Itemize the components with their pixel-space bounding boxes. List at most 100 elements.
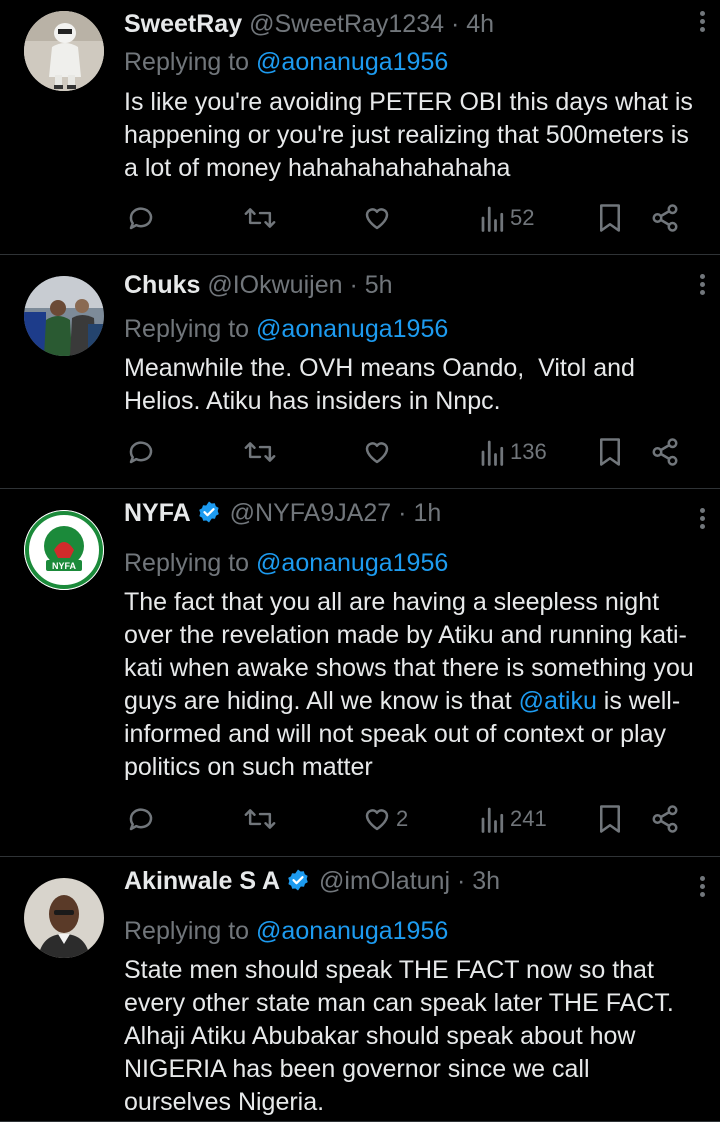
replying-to: Replying to @aonanuga1956 [124, 913, 448, 949]
user-handle[interactable]: @NYFA9JA27 [230, 499, 392, 527]
display-name[interactable]: Akinwale S A [124, 867, 280, 895]
views-button[interactable]: 52 [480, 198, 534, 238]
verified-badge-icon [288, 869, 308, 891]
avatar[interactable] [24, 878, 104, 958]
replying-to-label: Replying to [124, 549, 257, 577]
user-handle[interactable]: @IOkwuijen [207, 271, 342, 299]
avatar[interactable] [24, 276, 104, 356]
more-icon [699, 11, 705, 16]
view-count: 241 [510, 806, 547, 831]
action-bar: 2 241 [124, 799, 700, 839]
like-button[interactable] [362, 432, 396, 472]
share-button[interactable] [650, 799, 680, 839]
replying-to-label: Replying to [124, 917, 257, 945]
more-icon [699, 876, 705, 881]
more-options-button[interactable] [696, 505, 708, 535]
more-options-button[interactable] [696, 873, 708, 903]
share-button[interactable] [650, 432, 680, 472]
replying-to-mention[interactable]: @aonanuga1956 [256, 48, 448, 76]
views-icon [481, 440, 504, 466]
repost-icon [244, 809, 276, 829]
nyfa-logo-icon: NYFA [24, 510, 104, 590]
share-icon [652, 204, 678, 232]
views-button[interactable]: 136 [480, 432, 547, 472]
timestamp[interactable]: 5h [365, 271, 393, 299]
replying-to: Replying to @aonanuga1956 [124, 545, 448, 581]
replying-to-mention[interactable]: @aonanuga1956 [256, 917, 448, 945]
like-button[interactable]: 2 [362, 799, 408, 839]
person-figure-icon [24, 11, 104, 91]
avatar[interactable]: NYFA [24, 510, 104, 590]
bookmark-icon [600, 438, 620, 466]
timestamp[interactable]: 1h [413, 499, 441, 527]
user-handle[interactable]: @SweetRay1234 [249, 10, 444, 38]
display-name[interactable]: NYFA [124, 499, 191, 527]
tweet[interactable]: Chuks @IOkwuijen · 5h Replying to @aonan… [0, 255, 720, 489]
crowd-photo-icon [24, 276, 104, 356]
tweet-text: Meanwhile the. OVH means Oando, Vitol an… [124, 354, 642, 415]
share-button[interactable] [650, 198, 680, 238]
tweet-header: Akinwale S A @imOlatunj · 3h [124, 863, 700, 899]
view-count: 136 [510, 439, 547, 464]
mention-link[interactable]: @atiku [519, 687, 597, 715]
verified-badge-icon [198, 501, 219, 523]
heart-icon [365, 442, 389, 464]
reply-icon [129, 808, 153, 831]
separator-dot: · [456, 867, 466, 895]
reply-button[interactable] [126, 799, 156, 839]
bookmark-button[interactable] [596, 198, 624, 238]
action-bar: 136 [124, 432, 700, 472]
like-count: 2 [396, 806, 409, 831]
view-count: 52 [510, 205, 535, 230]
display-name[interactable]: SweetRay [124, 10, 242, 38]
replying-to: Replying to @aonanuga1956 [124, 311, 448, 347]
display-name[interactable]: Chuks [124, 271, 200, 299]
tweet-header: SweetRay @SweetRay1234 · 4h [124, 6, 700, 42]
separator-dot: · [398, 499, 407, 527]
more-options-button[interactable] [696, 8, 708, 38]
replying-to-label: Replying to [124, 315, 257, 343]
replying-to-mention[interactable]: @aonanuga1956 [256, 549, 448, 577]
replying-to: Replying to @aonanuga1956 [124, 44, 448, 80]
user-handle[interactable]: @imOlatunj [319, 867, 450, 895]
repost-icon [244, 442, 276, 462]
like-button[interactable] [362, 198, 396, 238]
repost-button[interactable] [244, 432, 276, 472]
repost-icon [244, 208, 276, 228]
tweet[interactable]: Akinwale S A @imOlatunj · 3h Replying to… [0, 857, 720, 1122]
repost-button[interactable] [244, 799, 276, 839]
reply-button[interactable] [126, 432, 156, 472]
timestamp[interactable]: 3h [472, 867, 500, 895]
tweet-text: The fact that you all are having a sleep… [124, 586, 700, 784]
views-icon [481, 206, 504, 232]
tweet[interactable]: SweetRay @SweetRay1234 · 4h Replying to … [0, 0, 720, 255]
reply-icon [129, 207, 153, 230]
share-icon [652, 438, 678, 466]
action-bar: 52 [124, 198, 700, 238]
heart-icon [365, 208, 389, 230]
more-options-button[interactable] [696, 271, 708, 301]
tweet-text: Is like you're avoiding PETER OBI this d… [124, 88, 700, 182]
reply-icon [129, 441, 153, 464]
tweet-header: NYFA @NYFA9JA27 · 1h [124, 495, 700, 531]
replying-to-label: Replying to [124, 48, 257, 76]
bookmark-button[interactable] [596, 432, 624, 472]
nyfa-logo-text: NYFA [52, 561, 77, 571]
bookmark-button[interactable] [596, 799, 624, 839]
separator-dot: · [450, 10, 460, 38]
separator-dot: · [349, 271, 358, 299]
views-icon [481, 807, 504, 833]
timestamp[interactable]: 4h [466, 10, 494, 38]
more-icon [699, 508, 705, 513]
replying-to-mention[interactable]: @aonanuga1956 [256, 315, 448, 343]
share-icon [652, 805, 678, 833]
man-portrait-icon [24, 878, 104, 958]
avatar[interactable] [24, 11, 104, 91]
reply-button[interactable] [126, 198, 156, 238]
tweet[interactable]: NYFA NYFA @NYFA9JA27 · 1h Replying to @a… [0, 489, 720, 857]
views-button[interactable]: 241 [480, 799, 547, 839]
more-icon [699, 274, 705, 279]
bookmark-icon [600, 805, 620, 833]
tweet-header: Chuks @IOkwuijen · 5h [124, 267, 700, 303]
repost-button[interactable] [244, 198, 276, 238]
